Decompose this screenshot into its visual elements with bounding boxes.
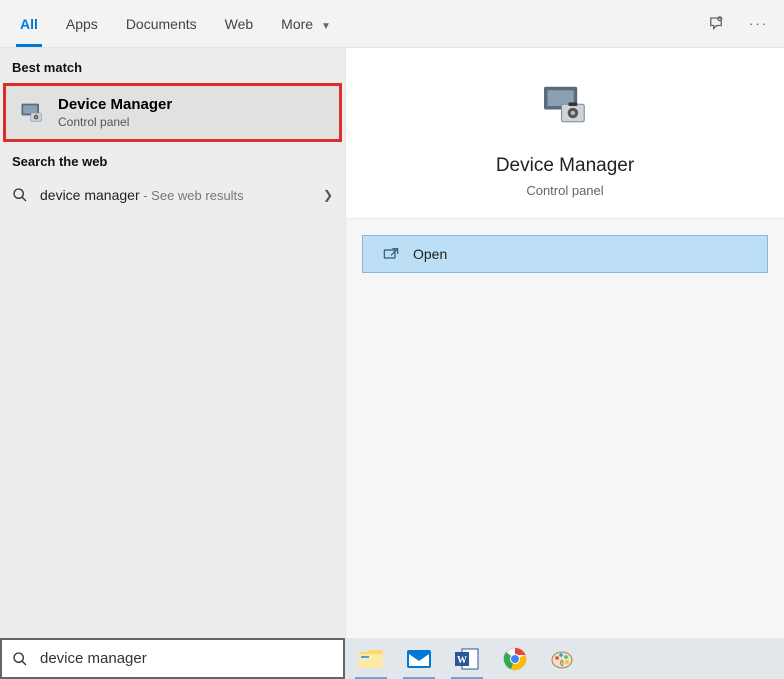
more-options-button[interactable]: ···	[749, 16, 768, 31]
taskbar-chrome[interactable]	[493, 641, 537, 677]
mail-icon	[406, 648, 432, 670]
result-subtitle: Control panel	[58, 115, 172, 129]
device-manager-icon	[537, 78, 593, 134]
web-hint-text: - See web results	[140, 188, 244, 203]
web-search-result[interactable]: device manager - See web results ❯	[0, 177, 345, 213]
svg-text:W: W	[457, 655, 467, 666]
taskbar-file-explorer[interactable]	[349, 641, 393, 677]
filter-tabs: All Apps Documents Web More ▼	[6, 2, 707, 46]
search-web-heading: Search the web	[0, 142, 345, 177]
folder-icon	[358, 648, 384, 670]
paint-icon	[550, 648, 576, 670]
search-header: All Apps Documents Web More ▼ ···	[0, 0, 784, 48]
web-query-text: device manager	[40, 187, 140, 203]
best-match-heading: Best match	[0, 48, 345, 83]
preview-panel: Device Manager Control panel Open	[345, 48, 784, 638]
search-icon	[12, 651, 28, 667]
preview-title: Device Manager	[362, 155, 768, 177]
search-input[interactable]	[40, 650, 333, 667]
word-icon: W	[454, 647, 480, 671]
preview-card: Device Manager Control panel	[346, 48, 784, 219]
device-manager-icon	[18, 99, 46, 127]
search-icon	[12, 187, 28, 203]
taskbar-word[interactable]: W	[445, 641, 489, 677]
open-label: Open	[413, 246, 447, 262]
best-match-result[interactable]: Device Manager Control panel	[3, 83, 342, 142]
search-box[interactable]	[0, 638, 345, 679]
results-panel: Best match Device Manager Control panel …	[0, 48, 345, 638]
tab-apps[interactable]: Apps	[52, 2, 112, 46]
content-area: Best match Device Manager Control panel …	[0, 48, 784, 638]
tab-more[interactable]: More ▼	[267, 2, 345, 46]
feedback-icon[interactable]	[707, 15, 725, 33]
open-icon	[383, 247, 399, 261]
chevron-right-icon: ❯	[323, 188, 333, 202]
tab-documents[interactable]: Documents	[112, 2, 211, 46]
open-action[interactable]: Open	[362, 235, 768, 273]
taskbar: W	[345, 638, 784, 679]
taskbar-paint[interactable]	[541, 641, 585, 677]
bottom-bar: W	[0, 638, 784, 679]
tab-web[interactable]: Web	[211, 2, 268, 46]
tab-more-label: More	[281, 16, 313, 32]
preview-subtitle: Control panel	[362, 183, 768, 198]
chrome-icon	[503, 647, 527, 671]
taskbar-mail[interactable]	[397, 641, 441, 677]
chevron-down-icon: ▼	[321, 21, 331, 32]
result-title: Device Manager	[58, 96, 172, 113]
tab-all[interactable]: All	[6, 2, 52, 46]
